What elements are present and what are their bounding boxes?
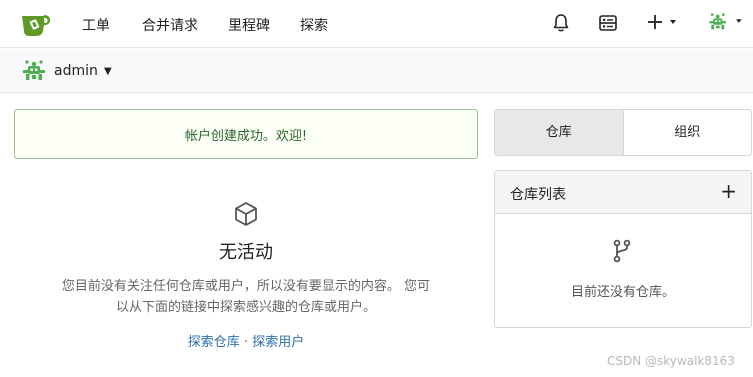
plus-dropdown-icon[interactable] [644, 12, 680, 34]
nav-milestones[interactable]: 里程碑 [228, 15, 270, 35]
context-user-name[interactable]: admin [54, 63, 98, 79]
success-flash-message: 帐户创建成功。欢迎! [14, 109, 478, 159]
chevron-down-icon[interactable]: ▼ [104, 66, 112, 77]
top-navbar: 工单 合并请求 里程碑 探索 [0, 0, 753, 48]
package-icon [235, 202, 257, 226]
empty-feed-title: 无活动 [219, 242, 273, 263]
dashboard-context-bar: admin ▼ [0, 49, 753, 93]
tab-organizations[interactable]: 组织 [624, 110, 752, 155]
bell-icon[interactable] [550, 12, 572, 34]
nav-issues[interactable]: 工单 [82, 15, 110, 35]
repo-list-empty-text: 目前还没有仓库。 [570, 285, 675, 300]
repo-list-title: 仓库列表 [510, 187, 566, 203]
nav-pull-requests[interactable]: 合并请求 [142, 15, 198, 35]
notebook-icon[interactable] [597, 12, 619, 34]
watermark: CSDN @skywalk8163 [607, 354, 735, 368]
empty-feed-description: 您目前没有关注任何仓库或用户，所以没有要显示的内容。 您可 以从下面的链接中探索… [40, 276, 452, 318]
tab-repositories[interactable]: 仓库 [495, 110, 624, 155]
repo-list-header: 仓库列表 + [495, 171, 751, 214]
explore-users-link[interactable]: 探索用户 [252, 335, 304, 350]
flash-text: 帐户创建成功。欢迎! [184, 129, 308, 144]
empty-feed-line-1: 您目前没有关注任何仓库或用户，所以没有要显示的内容。 您可 [61, 279, 431, 294]
gitea-logo-icon[interactable] [20, 9, 52, 39]
user-avatar[interactable] [21, 59, 47, 83]
repo-org-tabs: 仓库 组织 [494, 109, 752, 156]
repo-list-panel: 仓库列表 + 目前还没有仓库。 [494, 170, 752, 328]
nav-explore[interactable]: 探索 [300, 15, 328, 35]
explore-links: 探索仓库 · 探索用户 [0, 331, 492, 350]
new-repo-button[interactable]: + [720, 179, 737, 203]
empty-feed-line-2: 以从下面的链接中探索感兴趣的仓库或用户。 [115, 300, 376, 315]
explore-repos-link[interactable]: 探索仓库 [188, 335, 240, 350]
repo-fork-icon [613, 239, 631, 263]
link-separator: · [243, 335, 249, 350]
avatar[interactable] [704, 11, 748, 33]
